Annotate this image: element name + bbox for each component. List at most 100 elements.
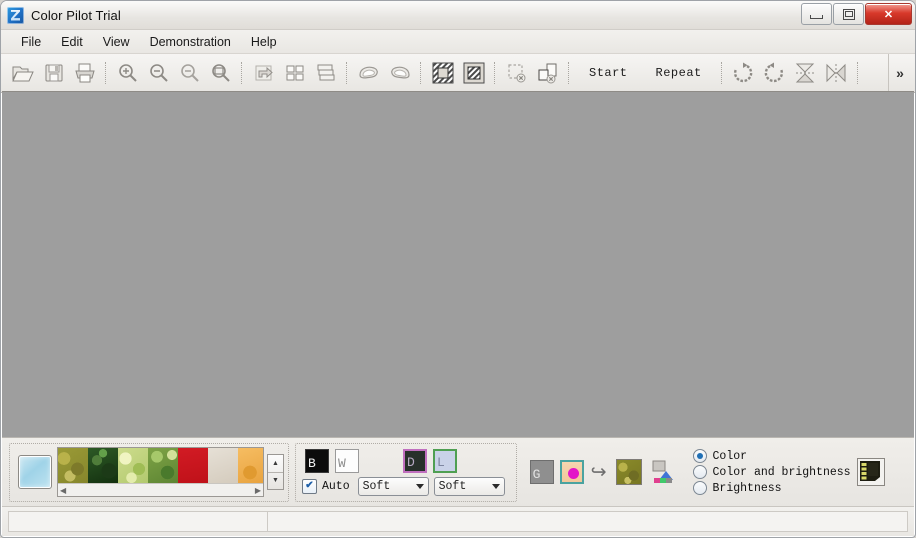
soft-dropdown-1[interactable]: Soft xyxy=(358,477,429,496)
status-pane-right xyxy=(267,511,908,532)
auto-row: ✔ Auto Soft Soft xyxy=(302,477,510,496)
thumbnail-strip: ◀ ▶ xyxy=(57,447,264,497)
toolbar-separator xyxy=(346,62,348,84)
spinner-down-icon[interactable]: ▼ xyxy=(268,473,283,490)
status-pane-left xyxy=(8,511,268,532)
window-controls: ✕ xyxy=(801,3,912,25)
source-texture-thumbnail[interactable] xyxy=(616,459,642,485)
lasso-right-icon[interactable] xyxy=(385,59,414,88)
close-button[interactable]: ✕ xyxy=(865,3,912,25)
color-source-panel: G C ↪ xyxy=(523,443,685,502)
black-point-button[interactable]: B xyxy=(305,449,329,473)
white-point-button[interactable]: W xyxy=(335,449,359,473)
main-toolbar: Start Repeat xyxy=(1,54,915,93)
print-icon[interactable] xyxy=(70,59,99,88)
dark-point-button[interactable]: D xyxy=(403,449,427,473)
radio-row-color-and-brightness[interactable]: Color and brightness xyxy=(693,464,851,480)
mode-radio-group: Color Color and brightness Brightness xyxy=(693,448,851,496)
gray-source-button[interactable]: G xyxy=(530,460,554,484)
thumbnail-dark-green-foliage[interactable] xyxy=(88,448,118,483)
maximize-button[interactable] xyxy=(833,3,864,25)
palette-panel: ◀ ▶ ▲ ▼ xyxy=(9,443,289,502)
app-logo-icon xyxy=(7,7,24,24)
radio-color[interactable] xyxy=(693,449,707,463)
window-title: Color Pilot Trial xyxy=(31,8,121,23)
save-file-icon[interactable] xyxy=(39,59,68,88)
application-window: Color Pilot Trial ✕ File Edit View Demon… xyxy=(0,0,916,538)
lasso-left-icon[interactable] xyxy=(354,59,383,88)
toolbar-overflow-button[interactable]: » xyxy=(888,54,911,92)
zoom-actual-icon[interactable] xyxy=(206,59,235,88)
toolbar-separator xyxy=(857,62,859,84)
image-canvas[interactable] xyxy=(2,91,914,437)
menu-bar: File Edit View Demonstration Help xyxy=(1,30,915,54)
thumbnail-scrollbar[interactable]: ◀ ▶ xyxy=(58,483,263,496)
thumbnail-orange[interactable] xyxy=(238,448,263,483)
radio-brightness[interactable] xyxy=(693,481,707,495)
selection-outside-icon[interactable] xyxy=(428,59,457,88)
color-source-button[interactable]: C xyxy=(560,460,584,484)
radio-color-label: Color xyxy=(713,450,748,463)
thumbnail-green-foliage[interactable] xyxy=(148,448,178,483)
flip-horizontal-icon[interactable] xyxy=(822,59,851,88)
chevron-down-icon xyxy=(416,484,424,489)
menu-file[interactable]: File xyxy=(11,33,51,51)
menu-help[interactable]: Help xyxy=(241,33,287,51)
flip-vertical-icon[interactable] xyxy=(791,59,820,88)
rotate-right-icon[interactable] xyxy=(729,59,758,88)
thumbnail-olive-foliage[interactable] xyxy=(58,448,88,483)
thumbnail-red[interactable] xyxy=(178,448,208,483)
toolbar-separator xyxy=(105,62,107,84)
radio-brightness-label: Brightness xyxy=(713,482,782,495)
menu-demonstration[interactable]: Demonstration xyxy=(140,33,241,51)
clear-selection-icon[interactable] xyxy=(502,59,531,88)
light-point-button[interactable]: L xyxy=(433,449,457,473)
toolbar-separator xyxy=(420,62,422,84)
open-file-icon[interactable] xyxy=(8,59,37,88)
maximize-icon xyxy=(843,9,855,20)
menu-view[interactable]: View xyxy=(93,33,140,51)
toolbar-separator xyxy=(568,62,570,84)
duplicate-selection-icon[interactable] xyxy=(533,59,562,88)
soft-dropdown-2-value: Soft xyxy=(439,480,467,493)
scroll-right-icon[interactable]: ▶ xyxy=(255,486,261,495)
toolbar-separator xyxy=(721,62,723,84)
zoom-in-icon[interactable] xyxy=(113,59,142,88)
transfer-arrow-icon: ↪ xyxy=(591,461,607,484)
rotate-left-icon[interactable] xyxy=(760,59,789,88)
chevron-down-icon xyxy=(492,484,500,489)
thumbnail-light-green-foliage[interactable] xyxy=(118,448,148,483)
toolbar-separator xyxy=(494,62,496,84)
soft-dropdown-1-value: Soft xyxy=(363,480,391,493)
tile-windows-icon[interactable] xyxy=(280,59,309,88)
radio-row-brightness[interactable]: Brightness xyxy=(693,480,851,496)
radio-color-and-brightness-label: Color and brightness xyxy=(713,466,851,479)
film-strip-icon[interactable] xyxy=(857,458,885,486)
repeat-button[interactable]: Repeat xyxy=(646,61,712,85)
scroll-left-icon[interactable]: ◀ xyxy=(60,486,66,495)
start-button[interactable]: Start xyxy=(579,61,638,85)
status-bar xyxy=(2,506,914,536)
cascade-windows-icon[interactable] xyxy=(311,59,340,88)
minimize-icon xyxy=(810,15,823,19)
palette-spinner[interactable]: ▲ ▼ xyxy=(267,454,284,490)
radio-row-color[interactable]: Color xyxy=(693,448,851,464)
soft-dropdown-2[interactable]: Soft xyxy=(434,477,505,496)
bottom-panel: ◀ ▶ ▲ ▼ B W D L ✔ Auto Soft xyxy=(2,437,914,506)
undo-arrow-icon[interactable] xyxy=(249,59,278,88)
tone-controls-panel: B W D L ✔ Auto Soft Soft xyxy=(295,443,517,502)
zoom-fit-icon[interactable] xyxy=(175,59,204,88)
spinner-up-icon[interactable]: ▲ xyxy=(268,455,283,473)
thumbnail-beige[interactable] xyxy=(208,448,238,483)
color-mapping-icon[interactable] xyxy=(651,460,677,484)
auto-label: Auto xyxy=(322,480,350,493)
selection-inside-icon[interactable] xyxy=(459,59,488,88)
image-preview-thumbnail[interactable] xyxy=(18,455,52,489)
menu-edit[interactable]: Edit xyxy=(51,33,93,51)
auto-checkbox[interactable]: ✔ xyxy=(302,479,317,494)
zoom-out-icon[interactable] xyxy=(144,59,173,88)
minimize-button[interactable] xyxy=(801,3,832,25)
radio-color-and-brightness[interactable] xyxy=(693,465,707,479)
title-bar: Color Pilot Trial ✕ xyxy=(1,1,915,30)
thumbnail-row xyxy=(58,448,263,483)
